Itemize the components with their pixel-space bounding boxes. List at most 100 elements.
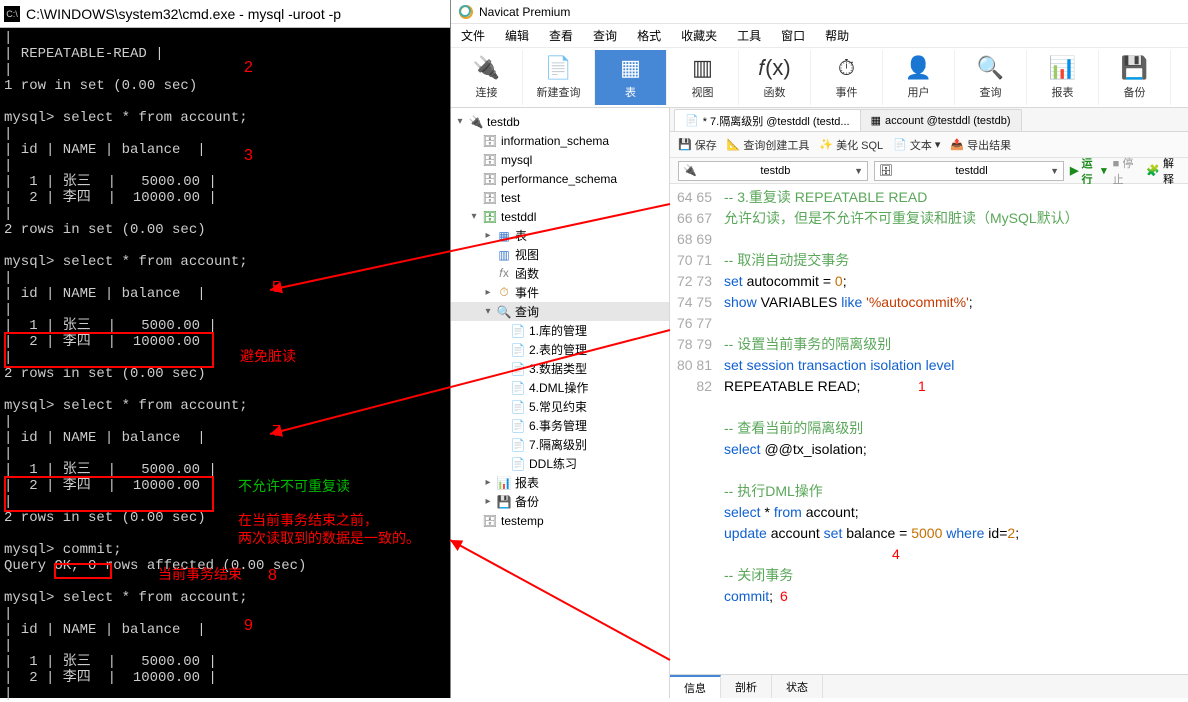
toolbtn-备份[interactable]: 💾备份 — [1099, 50, 1171, 105]
toolbtn-连接-icon: 🔌 — [473, 55, 500, 81]
menu-工具[interactable]: 工具 — [737, 27, 761, 44]
menu-帮助[interactable]: 帮助 — [825, 27, 849, 44]
menu-查看[interactable]: 查看 — [549, 27, 573, 44]
navicat-title: Navicat Premium — [479, 5, 570, 19]
main-toolbar: 🔌连接📄新建查询▦表▥视图𝑓(x)函数⏱事件👤用户🔍查询📊报表💾备份 — [451, 48, 1188, 108]
anno-num-2: 2 — [244, 60, 253, 76]
tree-test[interactable]: 🗄test — [451, 188, 669, 207]
toolbtn-函数-icon: 𝑓(x) — [758, 55, 791, 81]
run-row: 🔌 testdb▼ 🗄 testddl▼ ▶ 运行 ▾ ■ 停止 🧩 解释 — [670, 158, 1188, 184]
work-area: 📄* 7.隔离级别 @testddl (testd...▦account @te… — [670, 108, 1188, 698]
toolbtn-视图[interactable]: ▥视图 — [667, 50, 739, 105]
explain-button[interactable]: 🧩 解释 — [1146, 155, 1180, 187]
cmd-icon: C:\ — [4, 6, 20, 22]
result-tab-剖析[interactable]: 剖析 — [721, 675, 772, 698]
anno-commit-end: 当前事务结束 — [158, 566, 242, 582]
result-tab-状态[interactable]: 状态 — [772, 675, 823, 698]
tree-事件[interactable]: ▸⏱事件 — [451, 283, 669, 302]
schema-combo[interactable]: 🗄 testddl▼ — [874, 161, 1064, 181]
anno-avoid-dirty: 避免脏读 — [240, 348, 296, 364]
editor-tabstrip: 📄* 7.隔离级别 @testddl (testd...▦account @te… — [670, 108, 1188, 132]
editor-anno-1: 1 — [918, 378, 926, 394]
tree-testddl[interactable]: ▾🗄testddl — [451, 207, 669, 226]
navicat-window: Navicat Premium 文件编辑查看查询格式收藏夹工具窗口帮助 🔌连接📄… — [450, 0, 1188, 698]
toolbtn-报表-icon: 📊 — [1049, 55, 1076, 81]
redbox-result-7 — [4, 476, 214, 512]
tree-performance_schema[interactable]: 🗄performance_schema — [451, 169, 669, 188]
redbox-commit — [54, 563, 112, 579]
tree-5.常见约束[interactable]: 📄5.常见约束 — [451, 397, 669, 416]
toolbtn-事件-icon: ⏱ — [838, 55, 855, 81]
code-area[interactable]: -- 3.重复读 REPEATABLE READ 允许幻读，但是不允许不可重复读… — [720, 184, 1188, 674]
save-button[interactable]: 💾 保存 — [678, 137, 717, 153]
cmd-title: C:\WINDOWS\system32\cmd.exe - mysql -uro… — [26, 6, 341, 22]
tab-* 7.隔离级别 @testddl (testd...[interactable]: 📄* 7.隔离级别 @testddl (testd... — [674, 109, 861, 131]
redbox-result-5 — [4, 332, 214, 368]
toolbtn-查询[interactable]: 🔍查询 — [955, 50, 1027, 105]
text-button[interactable]: 📄 文本 ▾ — [893, 137, 940, 153]
query-toolbar: 💾 保存 📐 查询创建工具 ✨ 美化 SQL 📄 文本 ▾ 📤 导出结果 — [670, 132, 1188, 158]
toolbtn-事件[interactable]: ⏱事件 — [811, 50, 883, 105]
db-combo[interactable]: 🔌 testdb▼ — [678, 161, 868, 181]
toolbtn-表[interactable]: ▦表 — [595, 50, 667, 105]
tab-icon: ▦ — [871, 114, 881, 127]
menu-文件[interactable]: 文件 — [461, 27, 485, 44]
navicat-titlebar: Navicat Premium — [451, 0, 1188, 24]
toolbtn-用户-icon: 👤 — [905, 55, 932, 81]
tree-3.数据类型[interactable]: 📄3.数据类型 — [451, 359, 669, 378]
toolbtn-报表[interactable]: 📊报表 — [1027, 50, 1099, 105]
anno-num-5: 5 — [272, 280, 281, 296]
tab-account @testddl (testdb)[interactable]: ▦account @testddl (testdb) — [860, 109, 1022, 131]
cmd-titlebar: C:\ C:\WINDOWS\system32\cmd.exe - mysql … — [0, 0, 450, 28]
editor-anno-6: 6 — [780, 588, 788, 604]
editor-anno-4: 4 — [892, 546, 900, 562]
cmd-terminal[interactable]: | | REPEATABLE-READ | | 1 row in set (0.… — [0, 28, 450, 698]
tree-DDL练习[interactable]: 📄DDL练习 — [451, 454, 669, 473]
anno-before-commit: 在当前事务结束之前， — [238, 512, 378, 528]
tree-mysql[interactable]: 🗄mysql — [451, 150, 669, 169]
tree-备份[interactable]: ▸💾备份 — [451, 492, 669, 511]
toolbtn-函数[interactable]: 𝑓(x)函数 — [739, 50, 811, 105]
tree-视图[interactable]: ▥视图 — [451, 245, 669, 264]
toolbtn-新建查询-icon: 📄 — [545, 55, 572, 81]
toolbtn-查询-icon: 🔍 — [977, 55, 1004, 81]
toolbtn-用户[interactable]: 👤用户 — [883, 50, 955, 105]
menu-格式[interactable]: 格式 — [637, 27, 661, 44]
tree-2.表的管理[interactable]: 📄2.表的管理 — [451, 340, 669, 359]
export-result-button[interactable]: 📤 导出结果 — [950, 137, 1011, 153]
menu-收藏夹[interactable]: 收藏夹 — [681, 27, 717, 44]
toolbtn-备份-icon: 💾 — [1121, 55, 1148, 81]
stop-button[interactable]: ■ 停止 — [1113, 155, 1141, 187]
line-gutter: 64 65 66 67 68 69 70 71 72 73 74 75 76 7… — [670, 184, 720, 674]
beautify-sql-button[interactable]: ✨ 美化 SQL — [819, 137, 883, 153]
tree-函数[interactable]: 𝑓x函数 — [451, 264, 669, 283]
toolbtn-视图-icon: ▥ — [692, 55, 713, 81]
toolbtn-表-icon: ▦ — [620, 55, 641, 81]
toolbtn-新建查询[interactable]: 📄新建查询 — [523, 50, 595, 105]
tree-表[interactable]: ▸▦表 — [451, 226, 669, 245]
menu-编辑[interactable]: 编辑 — [505, 27, 529, 44]
tree-4.DML操作[interactable]: 📄4.DML操作 — [451, 378, 669, 397]
tree-报表[interactable]: ▸📊报表 — [451, 473, 669, 492]
menu-查询[interactable]: 查询 — [593, 27, 617, 44]
result-tabstrip: 信息剖析状态 — [670, 674, 1188, 698]
anno-num-7: 7 — [272, 424, 281, 440]
result-tab-信息[interactable]: 信息 — [670, 675, 721, 698]
menu-窗口[interactable]: 窗口 — [781, 27, 805, 44]
run-button[interactable]: ▶ 运行 ▾ — [1070, 155, 1107, 187]
tree-1.库的管理[interactable]: 📄1.库的管理 — [451, 321, 669, 340]
anno-num-9: 9 — [244, 618, 253, 634]
navicat-logo-icon — [459, 5, 473, 19]
tree-testdb[interactable]: ▾🔌testdb — [451, 112, 669, 131]
tree-information_schema[interactable]: 🗄information_schema — [451, 131, 669, 150]
sql-editor[interactable]: 64 65 66 67 68 69 70 71 72 73 74 75 76 7… — [670, 184, 1188, 674]
tree-7.隔离级别[interactable]: 📄7.隔离级别 — [451, 435, 669, 454]
tree-6.事务管理[interactable]: 📄6.事务管理 — [451, 416, 669, 435]
db-tree[interactable]: ▾🔌testdb🗄information_schema🗄mysql🗄perfor… — [451, 108, 670, 698]
anno-num-8: 8 — [268, 568, 277, 584]
tree-testemp[interactable]: 🗄testemp — [451, 511, 669, 530]
toolbtn-连接[interactable]: 🔌连接 — [451, 50, 523, 105]
tree-查询[interactable]: ▾🔍查询 — [451, 302, 669, 321]
anno-no-reread: 不允许不可重复读 — [238, 478, 350, 494]
query-builder-button[interactable]: 📐 查询创建工具 — [727, 137, 810, 153]
